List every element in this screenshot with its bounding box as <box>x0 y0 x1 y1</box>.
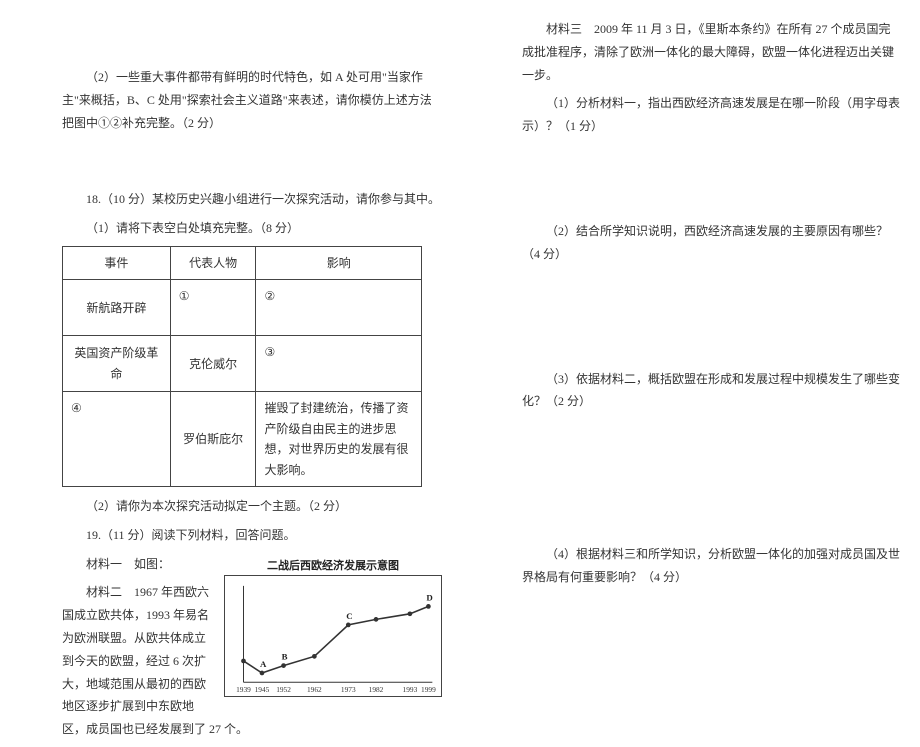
left-column: （2）一些重大事件都带有鲜明的时代特色，如 A 处可用"当家作主"来概括，B、C… <box>0 0 460 650</box>
svg-text:1993: 1993 <box>403 685 418 694</box>
q17-2: （2）一些重大事件都带有鲜明的时代特色，如 A 处可用"当家作主"来概括，B、C… <box>62 66 442 134</box>
material-3: 材料三 2009 年 11 月 3 日，《里斯本条约》在所有 27 个成员国完成… <box>522 18 902 86</box>
q18-1: （1）请将下表空白处填充完整。（8 分） <box>62 217 442 240</box>
tbl-r2c1: 英国资产阶级革命 <box>63 336 171 392</box>
q18-intro: 18.（10 分）某校历史兴趣小组进行一次探究活动，请你参与其中。 <box>62 188 442 211</box>
svg-text:1973: 1973 <box>341 685 356 694</box>
svg-text:1945: 1945 <box>255 685 270 694</box>
chart-title: 二战后西欧经济发展示意图 <box>224 557 442 573</box>
q18-2: （2）请你为本次探究活动拟定一个主题。（2 分） <box>62 495 442 518</box>
tbl-r3c3: 摧毁了封建统治，传播了资产阶级自由民主的进步思想，对世界历史的发展有很大影响。 <box>256 392 422 487</box>
chart-figure: 二战后西欧经济发展示意图 A B C D 1939 1945 1952 1962 1973 19… <box>224 557 442 701</box>
svg-text:D: D <box>426 592 432 602</box>
tbl-h3: 影响 <box>256 246 422 279</box>
inquiry-table: 事件 代表人物 影响 新航路开辟 ① ② 英国资产阶级革命 克伦威尔 ③ ④ 罗… <box>62 246 422 487</box>
q19-intro: 19.（11 分）阅读下列材料，回答问题。 <box>62 524 442 547</box>
tbl-r2c3: ③ <box>256 336 422 392</box>
svg-text:1962: 1962 <box>307 685 322 694</box>
tbl-r1c3: ② <box>256 280 422 336</box>
tbl-r2c2: 克伦威尔 <box>170 336 256 392</box>
tbl-h2: 代表人物 <box>170 246 256 279</box>
svg-text:1982: 1982 <box>369 685 384 694</box>
svg-text:1952: 1952 <box>276 685 291 694</box>
tbl-r3c1: ④ <box>63 392 171 487</box>
tbl-r3c2: 罗伯斯庇尔 <box>170 392 256 487</box>
right-column: 材料三 2009 年 11 月 3 日，《里斯本条约》在所有 27 个成员国完成… <box>460 0 920 650</box>
q19-2: （2）结合所学知识说明，西欧经济高速发展的主要原因有哪些？（4 分） <box>522 220 902 266</box>
svg-text:1999: 1999 <box>421 685 436 694</box>
q19-3: （3）依据材料二，概括欧盟在形成和发展过程中规模发生了哪些变化？（2 分） <box>522 368 902 414</box>
svg-text:B: B <box>282 651 288 661</box>
svg-text:C: C <box>346 611 352 621</box>
svg-text:A: A <box>260 659 267 669</box>
tbl-h1: 事件 <box>63 246 171 279</box>
q19-1: （1）分析材料一，指出西欧经济高速发展是在哪一阶段（用字母表示）？（1 分） <box>522 92 902 138</box>
line-chart: A B C D 1939 1945 1952 1962 1973 1982 19931999 <box>224 575 442 697</box>
svg-text:1939: 1939 <box>236 685 251 694</box>
q19-4: （4）根据材料三和所学知识，分析欧盟一体化的加强对成员国及世界格局有何重要影响？… <box>522 543 902 589</box>
tbl-r1c1: 新航路开辟 <box>63 280 171 336</box>
tbl-r1c2: ① <box>170 280 256 336</box>
